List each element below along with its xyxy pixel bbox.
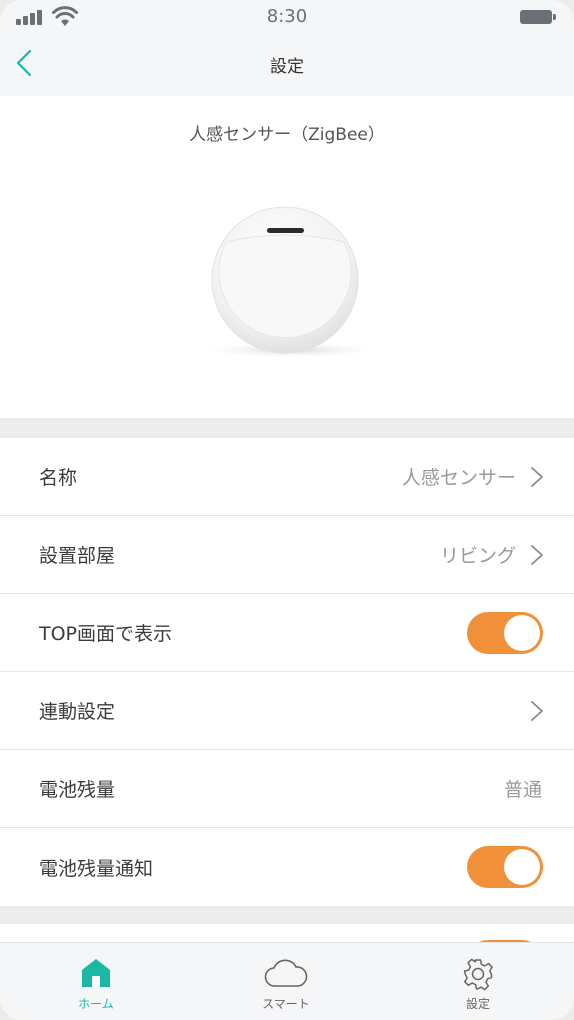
chevron-right-icon bbox=[531, 545, 543, 565]
device-name: 人感センサー（ZigBee） bbox=[189, 125, 385, 145]
home-icon bbox=[82, 959, 110, 987]
row-value: 人感センサー bbox=[401, 467, 516, 489]
row-label: 名称 bbox=[39, 467, 78, 489]
row-top-display: TOP画面で表示 bbox=[0, 594, 574, 672]
settings-list: 名称 人感センサー 設置部屋 リビング TOP画面で表示 連動設定 電池残量 普… bbox=[0, 438, 574, 906]
tab-smart[interactable]: スマート bbox=[226, 943, 346, 1020]
battery-value: 普通 bbox=[503, 779, 542, 801]
tab-settings[interactable]: 設定 bbox=[418, 943, 538, 1020]
row-name[interactable]: 名称 人感センサー bbox=[0, 438, 574, 516]
tab-label: スマート bbox=[262, 997, 310, 1011]
status-bar: 8:30 bbox=[0, 0, 574, 34]
app-screen: 8:30 設定 人感センサー（ZigBee） 名称 人感センサー 設置部屋 リビ… bbox=[0, 0, 574, 1020]
row-battery: 電池残量 普通 bbox=[0, 750, 574, 828]
tab-home[interactable]: ホーム bbox=[36, 943, 156, 1020]
tab-bar: ホーム スマート 設定 bbox=[0, 942, 574, 1020]
top-display-toggle[interactable] bbox=[467, 612, 543, 654]
chevron-right-icon bbox=[531, 467, 543, 487]
section-divider bbox=[0, 906, 574, 924]
row-label: 電池残量通知 bbox=[39, 857, 154, 880]
row-label: 電池残量 bbox=[39, 779, 116, 801]
page-title: 設定 bbox=[270, 57, 304, 77]
device-header: 人感センサー（ZigBee） bbox=[0, 96, 574, 418]
battery-notify-toggle[interactable] bbox=[467, 846, 543, 888]
chevron-right-icon bbox=[531, 701, 543, 721]
row-room[interactable]: 設置部屋 リビング bbox=[0, 516, 574, 594]
row-battery-notify: 電池残量通知 bbox=[0, 828, 574, 906]
row-label: 連動設定 bbox=[39, 701, 116, 723]
tab-label: ホーム bbox=[78, 997, 114, 1011]
row-value: リビング bbox=[439, 545, 516, 567]
row-label: 設置部屋 bbox=[39, 545, 116, 567]
tab-label: 設定 bbox=[465, 997, 490, 1011]
row-label: TOP画面で表示 bbox=[39, 623, 173, 645]
status-time: 8:30 bbox=[266, 6, 308, 27]
gear-icon bbox=[463, 958, 493, 991]
nav-bar: 設定 bbox=[0, 34, 574, 96]
row-linkage[interactable]: 連動設定 bbox=[0, 672, 574, 750]
motion-sensor-image bbox=[199, 206, 383, 358]
battery-icon bbox=[520, 10, 556, 24]
cloud-icon bbox=[264, 959, 308, 987]
